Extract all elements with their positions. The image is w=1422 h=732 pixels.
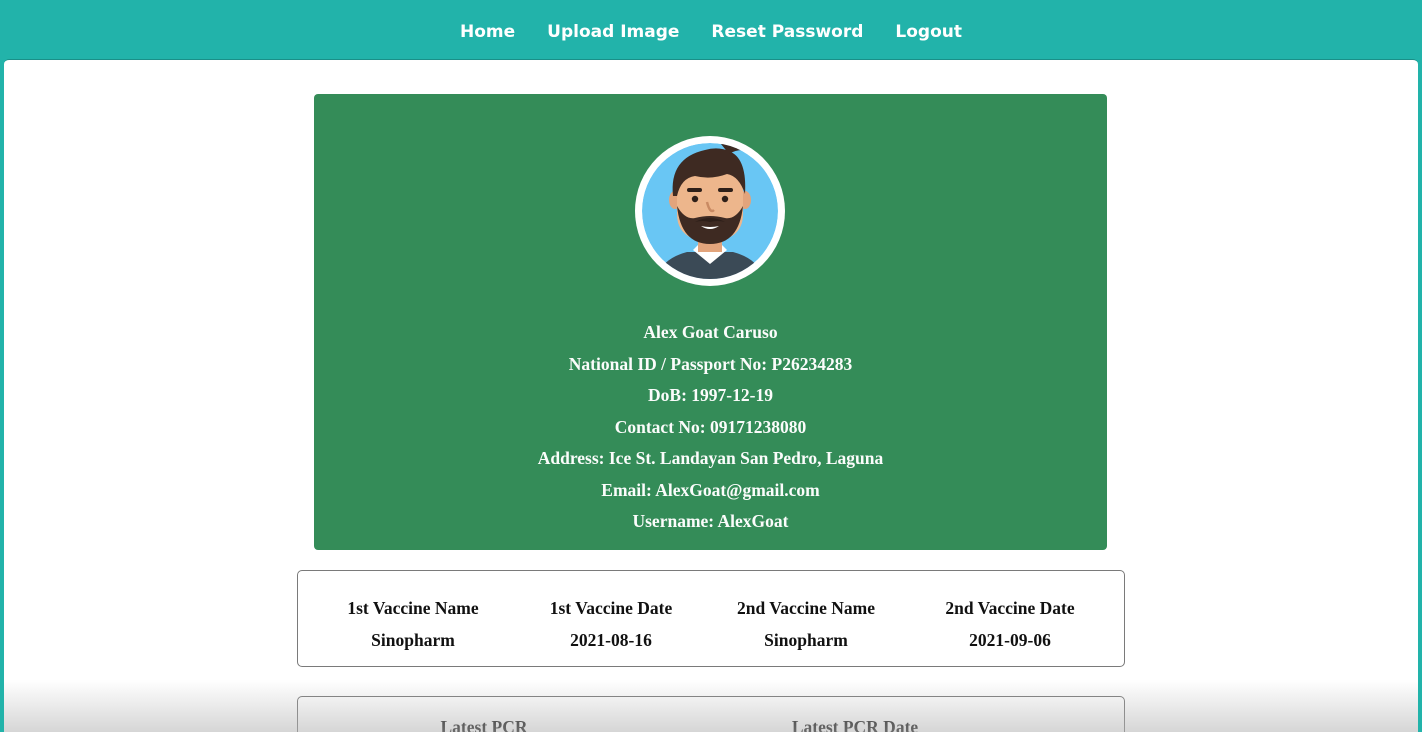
vaccine-header-2nd-date: 2nd Vaccine Date [945, 598, 1075, 618]
profile-card: Alex Goat Caruso National ID / Passport … [314, 94, 1107, 550]
nav-logout-link[interactable]: Logout [879, 22, 978, 42]
pcr-info-box: Latest PCR Latest PCR Date [297, 696, 1125, 732]
profile-dob: DoB: 1997-12-19 [648, 385, 773, 405]
nav-reset-password-link[interactable]: Reset Password [695, 22, 879, 42]
profile-email: Email: AlexGoat@gmail.com [601, 479, 820, 500]
profile-username: Username: AlexGoat [632, 511, 789, 531]
vaccine-column-1: 1st Vaccine Name Sinopharm [323, 592, 503, 656]
nav-upload-image-link[interactable]: Upload Image [531, 22, 695, 42]
vaccine-header-1st-date: 1st Vaccine Date [549, 598, 673, 618]
top-nav: Home Upload Image Reset Password Logout [0, 0, 1422, 62]
pcr-header-latest-date: Latest PCR Date [791, 717, 919, 732]
vaccine-value-2nd-name: Sinopharm [764, 630, 848, 650]
profile-address: Address: Ice St. Landayan San Pedro, Lag… [537, 448, 884, 468]
profile-name: Alex Goat Caruso [643, 322, 778, 342]
vaccine-value-1st-name: Sinopharm [371, 630, 455, 650]
vaccine-value-1st-date: 2021-08-16 [570, 630, 652, 650]
profile-national-id: National ID / Passport No: P26234283 [568, 353, 853, 374]
nav-home-link[interactable]: Home [444, 22, 531, 42]
vaccine-column-2: 1st Vaccine Date 2021-08-16 [521, 592, 701, 656]
vaccine-header-1st-name: 1st Vaccine Name [347, 598, 479, 618]
vaccine-column-3: 2nd Vaccine Name Sinopharm [706, 592, 906, 656]
profile-contact: Contact No: 09171238080 [614, 416, 807, 437]
vaccine-info-box: 1st Vaccine Name Sinopharm 1st Vaccine D… [297, 570, 1125, 667]
vaccine-column-4: 2nd Vaccine Date 2021-09-06 [915, 592, 1105, 656]
pcr-header-latest: Latest PCR [440, 717, 528, 732]
vaccine-value-2nd-date: 2021-09-06 [969, 630, 1051, 650]
vaccine-header-2nd-name: 2nd Vaccine Name [736, 598, 876, 618]
main-content: Alex Goat Caruso National ID / Passport … [4, 59, 1418, 732]
profile-info: Alex Goat Caruso National ID / Passport … [314, 317, 1107, 538]
user-avatar-icon [635, 136, 785, 286]
